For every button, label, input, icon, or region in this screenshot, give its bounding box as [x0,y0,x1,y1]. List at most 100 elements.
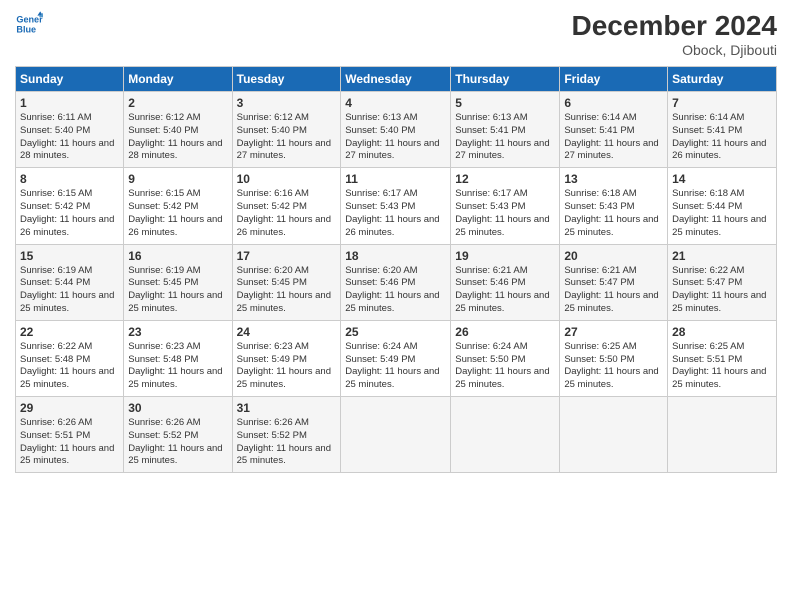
table-row: 1 Sunrise: 6:11 AMSunset: 5:40 PMDayligh… [16,92,124,168]
calendar-week-row: 1 Sunrise: 6:11 AMSunset: 5:40 PMDayligh… [16,92,777,168]
header-saturday: Saturday [668,67,777,92]
day-number: 27 [564,325,663,339]
day-info: Sunrise: 6:17 AMSunset: 5:43 PMDaylight:… [345,188,439,237]
day-info: Sunrise: 6:23 AMSunset: 5:49 PMDaylight:… [237,341,331,390]
header-friday: Friday [560,67,668,92]
table-row: 25 Sunrise: 6:24 AMSunset: 5:49 PMDaylig… [341,320,451,396]
day-number: 26 [455,325,555,339]
table-row: 16 Sunrise: 6:19 AMSunset: 5:45 PMDaylig… [124,244,232,320]
day-number: 13 [564,172,663,186]
header-tuesday: Tuesday [232,67,341,92]
day-number: 16 [128,249,227,263]
day-info: Sunrise: 6:26 AMSunset: 5:52 PMDaylight:… [128,417,222,466]
day-info: Sunrise: 6:17 AMSunset: 5:43 PMDaylight:… [455,188,549,237]
day-info: Sunrise: 6:24 AMSunset: 5:50 PMDaylight:… [455,341,549,390]
day-number: 1 [20,96,119,110]
table-row: 23 Sunrise: 6:23 AMSunset: 5:48 PMDaylig… [124,320,232,396]
day-info: Sunrise: 6:15 AMSunset: 5:42 PMDaylight:… [128,188,222,237]
table-row: 4 Sunrise: 6:13 AMSunset: 5:40 PMDayligh… [341,92,451,168]
table-row: 8 Sunrise: 6:15 AMSunset: 5:42 PMDayligh… [16,168,124,244]
day-number: 22 [20,325,119,339]
day-info: Sunrise: 6:26 AMSunset: 5:51 PMDaylight:… [20,417,114,466]
day-info: Sunrise: 6:18 AMSunset: 5:44 PMDaylight:… [672,188,766,237]
day-number: 4 [345,96,446,110]
day-info: Sunrise: 6:26 AMSunset: 5:52 PMDaylight:… [237,417,331,466]
day-number: 9 [128,172,227,186]
title-block: December 2024 Obock, Djibouti [572,10,777,58]
table-row: 20 Sunrise: 6:21 AMSunset: 5:47 PMDaylig… [560,244,668,320]
table-row: 13 Sunrise: 6:18 AMSunset: 5:43 PMDaylig… [560,168,668,244]
day-info: Sunrise: 6:18 AMSunset: 5:43 PMDaylight:… [564,188,658,237]
day-info: Sunrise: 6:13 AMSunset: 5:41 PMDaylight:… [455,112,549,161]
day-number: 17 [237,249,337,263]
table-row: 28 Sunrise: 6:25 AMSunset: 5:51 PMDaylig… [668,320,777,396]
logo: General Blue [15,10,43,38]
table-row: 6 Sunrise: 6:14 AMSunset: 5:41 PMDayligh… [560,92,668,168]
header-monday: Monday [124,67,232,92]
day-number: 14 [672,172,772,186]
day-info: Sunrise: 6:21 AMSunset: 5:46 PMDaylight:… [455,265,549,314]
table-row: 24 Sunrise: 6:23 AMSunset: 5:49 PMDaylig… [232,320,341,396]
day-info: Sunrise: 6:15 AMSunset: 5:42 PMDaylight:… [20,188,114,237]
calendar-week-row: 22 Sunrise: 6:22 AMSunset: 5:48 PMDaylig… [16,320,777,396]
day-number: 24 [237,325,337,339]
table-row: 22 Sunrise: 6:22 AMSunset: 5:48 PMDaylig… [16,320,124,396]
table-row [451,397,560,473]
day-number: 18 [345,249,446,263]
day-number: 5 [455,96,555,110]
table-row: 5 Sunrise: 6:13 AMSunset: 5:41 PMDayligh… [451,92,560,168]
table-row: 10 Sunrise: 6:16 AMSunset: 5:42 PMDaylig… [232,168,341,244]
day-number: 23 [128,325,227,339]
day-info: Sunrise: 6:21 AMSunset: 5:47 PMDaylight:… [564,265,658,314]
table-row: 27 Sunrise: 6:25 AMSunset: 5:50 PMDaylig… [560,320,668,396]
table-row: 14 Sunrise: 6:18 AMSunset: 5:44 PMDaylig… [668,168,777,244]
header: General Blue December 2024 Obock, Djibou… [15,10,777,58]
table-row: 7 Sunrise: 6:14 AMSunset: 5:41 PMDayligh… [668,92,777,168]
header-wednesday: Wednesday [341,67,451,92]
table-row [341,397,451,473]
day-number: 7 [672,96,772,110]
table-row: 2 Sunrise: 6:12 AMSunset: 5:40 PMDayligh… [124,92,232,168]
day-info: Sunrise: 6:20 AMSunset: 5:45 PMDaylight:… [237,265,331,314]
table-row: 30 Sunrise: 6:26 AMSunset: 5:52 PMDaylig… [124,397,232,473]
table-row: 21 Sunrise: 6:22 AMSunset: 5:47 PMDaylig… [668,244,777,320]
table-row: 31 Sunrise: 6:26 AMSunset: 5:52 PMDaylig… [232,397,341,473]
location: Obock, Djibouti [572,42,777,58]
day-number: 8 [20,172,119,186]
day-number: 25 [345,325,446,339]
day-number: 20 [564,249,663,263]
calendar-week-row: 29 Sunrise: 6:26 AMSunset: 5:51 PMDaylig… [16,397,777,473]
day-info: Sunrise: 6:12 AMSunset: 5:40 PMDaylight:… [128,112,222,161]
day-info: Sunrise: 6:13 AMSunset: 5:40 PMDaylight:… [345,112,439,161]
day-number: 19 [455,249,555,263]
day-info: Sunrise: 6:22 AMSunset: 5:47 PMDaylight:… [672,265,766,314]
day-info: Sunrise: 6:14 AMSunset: 5:41 PMDaylight:… [564,112,658,161]
day-number: 3 [237,96,337,110]
table-row [560,397,668,473]
day-info: Sunrise: 6:19 AMSunset: 5:45 PMDaylight:… [128,265,222,314]
calendar: Sunday Monday Tuesday Wednesday Thursday… [15,66,777,473]
day-number: 21 [672,249,772,263]
table-row: 19 Sunrise: 6:21 AMSunset: 5:46 PMDaylig… [451,244,560,320]
table-row: 29 Sunrise: 6:26 AMSunset: 5:51 PMDaylig… [16,397,124,473]
day-info: Sunrise: 6:20 AMSunset: 5:46 PMDaylight:… [345,265,439,314]
svg-text:Blue: Blue [16,24,36,34]
table-row: 12 Sunrise: 6:17 AMSunset: 5:43 PMDaylig… [451,168,560,244]
day-info: Sunrise: 6:25 AMSunset: 5:51 PMDaylight:… [672,341,766,390]
logo-icon: General Blue [15,10,43,38]
day-number: 31 [237,401,337,415]
page: General Blue December 2024 Obock, Djibou… [0,0,792,612]
day-info: Sunrise: 6:25 AMSunset: 5:50 PMDaylight:… [564,341,658,390]
table-row: 26 Sunrise: 6:24 AMSunset: 5:50 PMDaylig… [451,320,560,396]
day-info: Sunrise: 6:23 AMSunset: 5:48 PMDaylight:… [128,341,222,390]
day-number: 29 [20,401,119,415]
day-number: 11 [345,172,446,186]
month-year: December 2024 [572,10,777,42]
day-number: 10 [237,172,337,186]
calendar-header-row: Sunday Monday Tuesday Wednesday Thursday… [16,67,777,92]
table-row [668,397,777,473]
day-number: 12 [455,172,555,186]
day-info: Sunrise: 6:19 AMSunset: 5:44 PMDaylight:… [20,265,114,314]
table-row: 17 Sunrise: 6:20 AMSunset: 5:45 PMDaylig… [232,244,341,320]
day-info: Sunrise: 6:16 AMSunset: 5:42 PMDaylight:… [237,188,331,237]
